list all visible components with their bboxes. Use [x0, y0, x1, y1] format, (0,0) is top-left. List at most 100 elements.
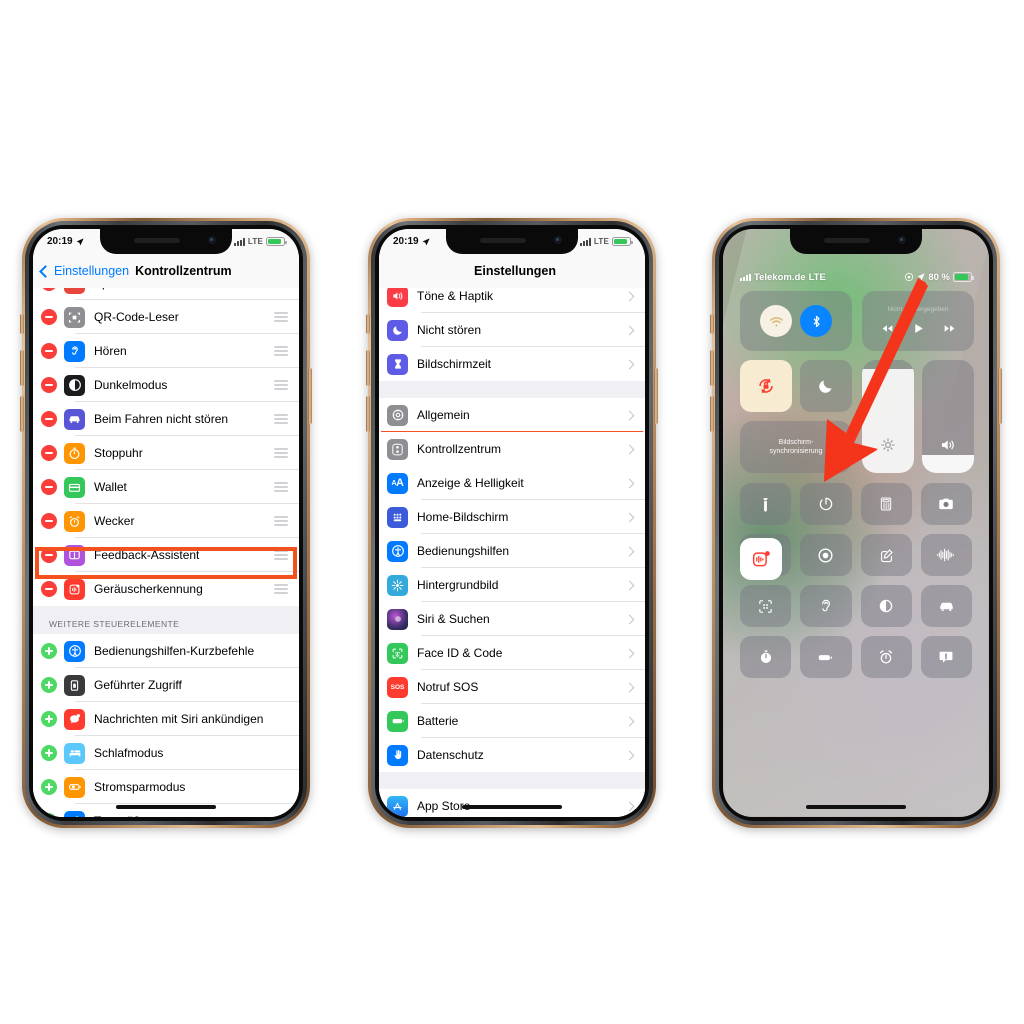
list-item[interactable]: App Store — [379, 789, 645, 817]
calculator-icon[interactable] — [860, 483, 912, 525]
mute-switch[interactable] — [710, 314, 714, 334]
list-item[interactable]: Batterie — [379, 704, 645, 738]
list-item[interactable]: Nachrichten mit Siri ankündigen — [33, 702, 299, 736]
alarm-clock-icon[interactable] — [860, 636, 912, 678]
list-item[interactable]: Bildschirmzeit — [379, 347, 645, 381]
list-item[interactable]: Sprachmemos — [33, 288, 299, 300]
extra-controls-grid[interactable] — [740, 483, 972, 678]
reorder-handle[interactable] — [274, 482, 288, 492]
list-item[interactable]: AA Anzeige & Helligkeit — [379, 466, 645, 500]
remove-control-button[interactable] — [41, 309, 57, 325]
flashlight-icon[interactable] — [740, 483, 792, 525]
reorder-handle[interactable] — [274, 414, 288, 424]
volume-down-button[interactable] — [710, 396, 714, 432]
remove-control-button[interactable] — [41, 581, 57, 597]
mute-switch[interactable] — [366, 314, 370, 334]
wifi-icon[interactable] — [760, 305, 792, 337]
volume-up-button[interactable] — [20, 350, 24, 386]
volume-slider[interactable] — [922, 360, 974, 473]
list-item-control-center[interactable]: Kontrollzentrum — [379, 432, 645, 466]
remove-control-button[interactable] — [41, 343, 57, 359]
remove-control-button[interactable] — [41, 547, 57, 563]
power-button[interactable] — [998, 368, 1002, 424]
add-control-button[interactable] — [41, 813, 57, 817]
connectivity-module[interactable] — [740, 291, 852, 351]
list-item[interactable]: Hören — [33, 334, 299, 368]
remove-control-button[interactable] — [41, 411, 57, 427]
list-item[interactable]: QR-Code-Leser — [33, 300, 299, 334]
timer-icon[interactable] — [800, 483, 852, 525]
add-control-button[interactable] — [41, 711, 57, 727]
list-item-sound-recognition[interactable]: Geräuscherkennung — [33, 572, 299, 606]
list-item[interactable]: Schlafmodus — [33, 736, 299, 770]
control-center-grid[interactable]: Nicht wiedergegeben Bildschirm- synchron… — [740, 291, 974, 797]
remove-control-button[interactable] — [41, 377, 57, 393]
bluetooth-icon[interactable] — [800, 305, 832, 337]
back-button[interactable]: Einstellungen — [39, 264, 129, 278]
driving-car-icon[interactable] — [920, 585, 972, 627]
list-item[interactable]: Allgemein — [379, 398, 645, 432]
remove-control-button[interactable] — [41, 445, 57, 461]
list-item[interactable]: Face ID & Code — [379, 636, 645, 670]
home-indicator[interactable] — [116, 805, 216, 809]
list-item[interactable]: Stromsparmodus — [33, 770, 299, 804]
list-item[interactable]: Geführter Zugriff — [33, 668, 299, 702]
screen-record-icon[interactable] — [800, 534, 852, 576]
reorder-handle[interactable] — [274, 312, 288, 322]
reorder-handle[interactable] — [274, 516, 288, 526]
volume-down-button[interactable] — [20, 396, 24, 432]
screen-mirroring-toggle[interactable]: Bildschirm- synchronisierung — [740, 421, 852, 473]
camera-icon[interactable] — [920, 483, 972, 525]
list-item[interactable]: Datenschutz — [379, 738, 645, 772]
remove-control-button[interactable] — [41, 513, 57, 529]
list-item[interactable]: Wecker — [33, 504, 299, 538]
add-control-button[interactable] — [41, 745, 57, 761]
list-item[interactable]: Feedback-Assistent — [33, 538, 299, 572]
rewind-icon[interactable] — [881, 322, 894, 335]
reorder-handle[interactable] — [274, 448, 288, 458]
hearing-ear-icon[interactable] — [800, 585, 852, 627]
list-item[interactable]: Bedienungshilfen — [379, 534, 645, 568]
list-item[interactable]: Siri & Suchen — [379, 602, 645, 636]
remove-control-button[interactable] — [41, 479, 57, 495]
reorder-handle[interactable] — [274, 380, 288, 390]
list-item[interactable]: Home-Bildschirm — [379, 500, 645, 534]
do-not-disturb-toggle[interactable] — [800, 360, 852, 412]
list-item[interactable]: Nicht stören — [379, 313, 645, 347]
add-control-button[interactable] — [41, 677, 57, 693]
remove-control-button[interactable] — [41, 288, 57, 291]
customize-controls-list[interactable]: Sprachmemos QR-Code-Leser — [33, 288, 299, 817]
voice-memos-wave-icon[interactable] — [920, 534, 972, 576]
volume-down-button[interactable] — [366, 396, 370, 432]
rotation-lock-toggle[interactable] — [740, 360, 792, 412]
list-item[interactable]: Stoppuhr — [33, 436, 299, 470]
play-icon[interactable] — [912, 321, 925, 336]
now-playing-module[interactable]: Nicht wiedergegeben — [862, 291, 974, 351]
list-item[interactable]: Töne & Haptik — [379, 288, 645, 313]
list-item[interactable]: Wallet — [33, 470, 299, 504]
notes-icon[interactable] — [860, 534, 912, 576]
stopwatch-icon[interactable] — [740, 636, 792, 678]
list-item[interactable]: Bedienungshilfen-Kurzbefehle — [33, 634, 299, 668]
power-button[interactable] — [308, 368, 312, 424]
settings-list[interactable]: Töne & Haptik Nicht stören Bildschirmzei… — [379, 288, 645, 817]
list-item[interactable]: Beim Fahren nicht stören — [33, 402, 299, 436]
volume-up-button[interactable] — [710, 350, 714, 386]
add-control-button[interactable] — [41, 779, 57, 795]
list-item[interactable]: Hintergrundbild — [379, 568, 645, 602]
list-item[interactable]: SOS Notruf SOS — [379, 670, 645, 704]
reorder-handle[interactable] — [274, 584, 288, 594]
power-button[interactable] — [654, 368, 658, 424]
reorder-handle[interactable] — [274, 346, 288, 356]
sound-recognition-tile[interactable] — [740, 538, 782, 580]
brightness-slider[interactable] — [862, 360, 914, 473]
mute-switch[interactable] — [20, 314, 24, 334]
qr-code-scan-icon[interactable] — [740, 585, 792, 627]
fast-forward-icon[interactable] — [943, 322, 956, 335]
volume-up-button[interactable] — [366, 350, 370, 386]
add-control-button[interactable] — [41, 643, 57, 659]
home-indicator[interactable] — [462, 805, 562, 809]
list-item[interactable]: Dunkelmodus — [33, 368, 299, 402]
dark-mode-icon[interactable] — [860, 585, 912, 627]
home-indicator[interactable] — [806, 805, 906, 809]
